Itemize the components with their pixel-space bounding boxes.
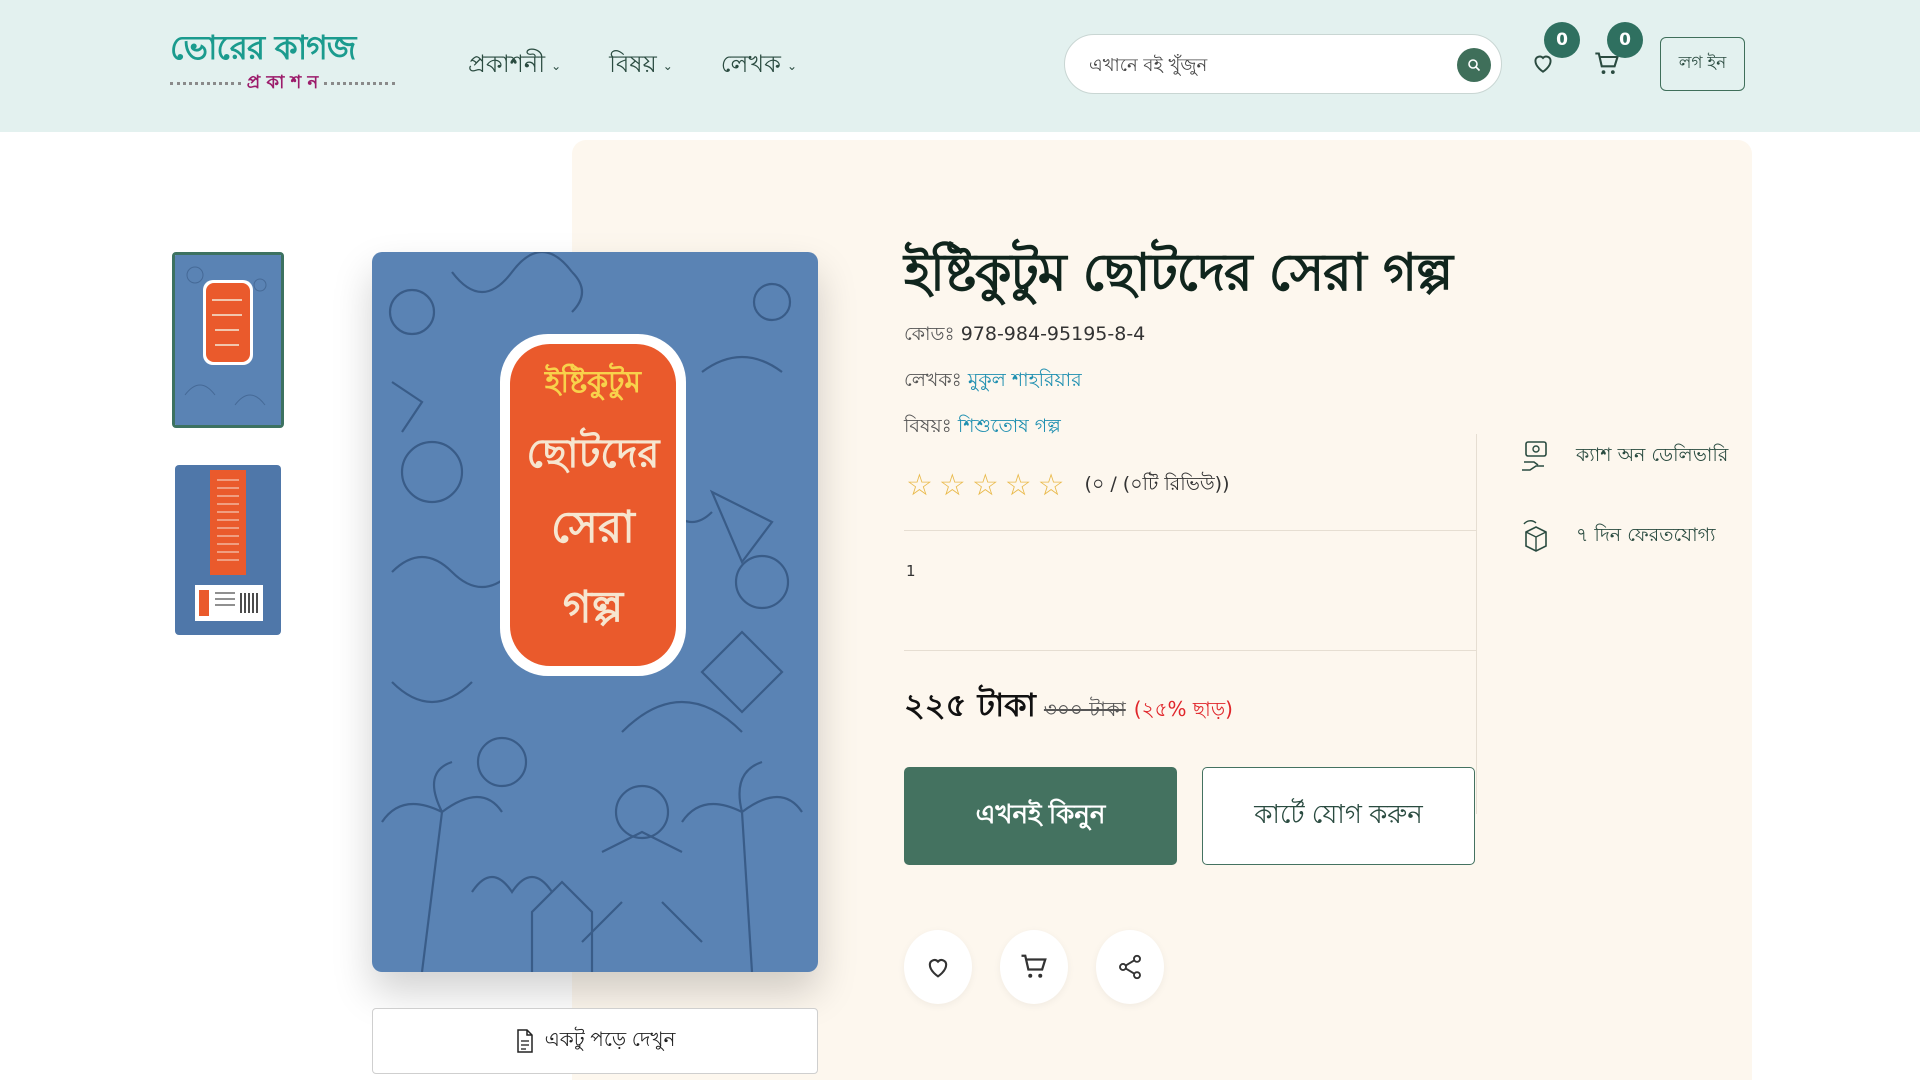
product-author-link[interactable]: মুকুল শাহরিয়ার [968,369,1082,391]
product-title: ইষ্টিকুটুম ছোটদের সেরা গল্প [904,243,1453,303]
login-button[interactable]: লগ ইন [1660,37,1745,91]
site-header: ভোরের কাগজ প্র কা শ ন প্রকাশনী ⌄ বিষয় ⌄… [0,0,1920,132]
product-subject-label: বিষয়ঃ [904,415,952,437]
book-cover-thumbnail [175,255,281,425]
divider [904,530,1476,531]
star-icon[interactable]: ☆ [939,471,966,501]
book-back-thumbnail [175,465,281,635]
add-to-cart-button[interactable]: কার্টে যোগ করুন [1202,767,1475,865]
star-icon[interactable]: ☆ [1038,471,1065,501]
share-icon [1119,954,1141,980]
thumbnail-cover-back[interactable] [175,465,281,635]
rating-stars: ☆ ☆ ☆ ☆ ☆ (০ / (০টি রিভিউ)) [906,470,1229,502]
star-icon[interactable]: ☆ [906,471,933,501]
cover-title-line-1: ইষ্টিকুটুম [544,362,643,401]
return-box-icon [1523,520,1547,552]
discount-badge: (২৫% ছাড়) [1133,697,1233,721]
main-nav: প্রকাশনী ⌄ বিষয় ⌄ লেখক ⌄ [468,46,797,86]
product-subject-link[interactable]: শিশুতোষ গল্প [958,415,1061,437]
feature-label: ৭ দিন ফেরতযোগ্য [1576,524,1716,546]
heart-icon [928,959,948,978]
chevron-down-icon: ⌄ [662,59,673,73]
logo-text: ভোরের কাগজ [170,28,356,67]
product-code: 978-984-95195-8-4 [960,323,1146,345]
vertical-divider [1476,434,1477,814]
feature-label: ক্যাশ অন ডেলিভারি [1576,444,1729,466]
divider [904,650,1476,651]
feature-seven-day-return: ৭ দিন ফেরতযোগ্য [1520,520,1716,554]
book-cover-illustration: ইষ্টিকুটুম ছোটদের সেরা গল্প [372,252,818,972]
cover-title-line-2: ছোটদের [527,427,662,477]
read-preview-button[interactable]: একটু পড়ে দেখুন [372,1008,818,1074]
search-button[interactable] [1457,48,1491,82]
product-author-row: লেখকঃ মুকুল শাহরিয়ার [904,366,1082,398]
price-row: ২২৫ টাকা ৩০০ টাকা (২৫% ছাড়) [904,680,1233,734]
chevron-down-icon: ⌄ [551,59,562,73]
search-input[interactable] [1089,45,1429,85]
search-icon [1468,59,1481,72]
product-code-row: কোডঃ 978-984-95195-8-4 [904,320,1145,352]
add-to-wishlist-button[interactable] [904,930,972,1004]
chevron-down-icon: ⌄ [786,59,798,73]
wishlist-button[interactable]: 0 [1530,22,1580,80]
cover-title-line-3: সেরা [551,502,637,553]
book-cover-image[interactable]: ইষ্টিকুটুম ছোটদের সেরা গল্প [372,252,818,972]
cart-icon [1021,954,1047,978]
thumbnail-cover-front[interactable] [172,252,284,428]
product-code-label: কোডঃ [904,323,955,345]
search-box [1064,34,1502,94]
nav-author[interactable]: লেখক ⌄ [721,46,797,86]
feature-cash-on-delivery: ক্যাশ অন ডেলিভারি [1520,440,1728,474]
site-logo[interactable]: ভোরের কাগজ প্র কা শ ন [170,28,396,96]
nav-subject[interactable]: বিষয় ⌄ [609,46,673,86]
cart-count-badge: 0 [1607,22,1643,58]
rating-text: (০ / (০টি রিভিউ)) [1084,473,1230,495]
product-author-label: লেখকঃ [904,369,962,391]
document-icon [516,1029,533,1053]
nav-publisher[interactable]: প্রকাশনী ⌄ [468,46,561,86]
nav-publisher-label: প্রকাশনী [468,50,546,78]
cart-button[interactable]: 0 [1593,22,1643,80]
cover-title-line-4: গল্প [563,582,625,633]
product-description: 1 [906,562,916,580]
price-original: ৩০০ টাকা [1043,697,1126,721]
nav-subject-label: বিষয় [609,50,657,78]
wishlist-count-badge: 0 [1544,22,1580,58]
price-current: ২২৫ টাকা [904,686,1036,724]
star-icon[interactable]: ☆ [1005,471,1032,501]
cash-delivery-icon [1522,441,1547,471]
share-button[interactable] [1096,930,1164,1004]
read-preview-label: একটু পড়ে দেখুন [544,1028,676,1051]
product-subject-row: বিষয়ঃ শিশুতোষ গল্প [904,412,1061,444]
quick-cart-button[interactable] [1000,930,1068,1004]
buy-now-button[interactable]: এখনই কিনুন [904,767,1177,865]
star-icon[interactable]: ☆ [972,471,999,501]
nav-author-label: লেখক [720,50,781,78]
logo-subtext: প্র কা শ ন [246,72,319,93]
